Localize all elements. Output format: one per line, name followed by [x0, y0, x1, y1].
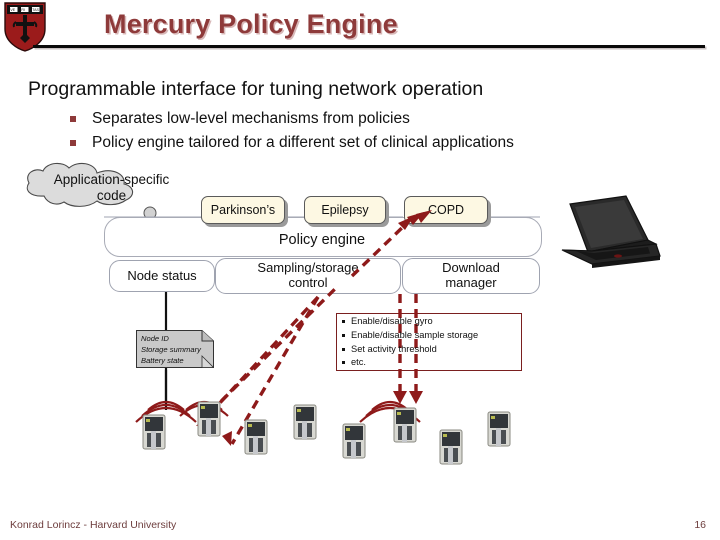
page-title: Mercury Policy Engine — [104, 9, 398, 39]
title-divider — [33, 45, 705, 48]
bullet-square-icon — [70, 140, 76, 146]
command-item: etc. — [342, 356, 524, 370]
sensor-mote — [142, 414, 166, 450]
command-bullet-icon — [342, 320, 345, 323]
radio-wave-arcs — [135, 400, 421, 423]
cloud-label: Application-specific code — [14, 172, 209, 204]
commands-list: Enable/disable gyro Enable/disable sampl… — [342, 315, 524, 370]
note-line: Battery state — [141, 356, 184, 365]
sensor-mote — [293, 404, 317, 440]
command-bullet-icon — [342, 333, 345, 337]
bullet-square-icon — [70, 116, 76, 122]
command-text: etc. — [351, 357, 366, 368]
bullet-text: Separates low-level mechanisms from poli… — [92, 110, 410, 127]
command-text: Set activity threshold — [351, 343, 437, 354]
bullet-text: Policy engine tailored for a different s… — [92, 134, 514, 151]
sensor-mote — [197, 401, 221, 437]
svg-text:TAS: TAS — [32, 8, 39, 12]
sensor-mote — [342, 423, 366, 459]
note-line: Node ID — [141, 334, 169, 343]
footer-page-number: 16 — [694, 519, 706, 531]
sensor-mote — [487, 411, 511, 447]
command-text: Enable/disable sample storage — [351, 329, 479, 340]
architecture-diagram: Application-specific code Policy engine … — [0, 160, 720, 490]
command-item: Enable/disable gyro — [342, 315, 524, 329]
note-line: Storage summary — [141, 345, 201, 354]
command-bullet-icon — [342, 361, 345, 365]
svg-text:VE: VE — [10, 8, 15, 12]
cloud-label-line2: code — [96, 187, 127, 203]
lead-statement: Programmable interface for tuning networ… — [28, 78, 484, 100]
bullet-item: Policy engine tailored for a different s… — [70, 134, 514, 152]
svg-text:RI: RI — [21, 8, 25, 12]
command-item: Set activity threshold — [342, 343, 524, 357]
cloud-label-line1: Application-specific — [53, 172, 170, 187]
sensor-mote — [393, 407, 417, 443]
command-item: Enable/disable sample storage — [342, 329, 524, 343]
command-bullet-icon — [342, 347, 345, 351]
sensor-mote — [439, 429, 463, 465]
node-status-note-text: Node ID Storage summary Battery state — [141, 333, 201, 366]
slide-canvas: VE RI TAS Mercury Policy Engine Programmab… — [0, 0, 720, 540]
sensor-mote — [244, 419, 268, 455]
command-text: Enable/disable gyro — [351, 316, 433, 326]
bullet-item: Separates low-level mechanisms from poli… — [70, 110, 410, 128]
footer-author: Konrad Lorincz - Harvard University — [10, 519, 177, 531]
